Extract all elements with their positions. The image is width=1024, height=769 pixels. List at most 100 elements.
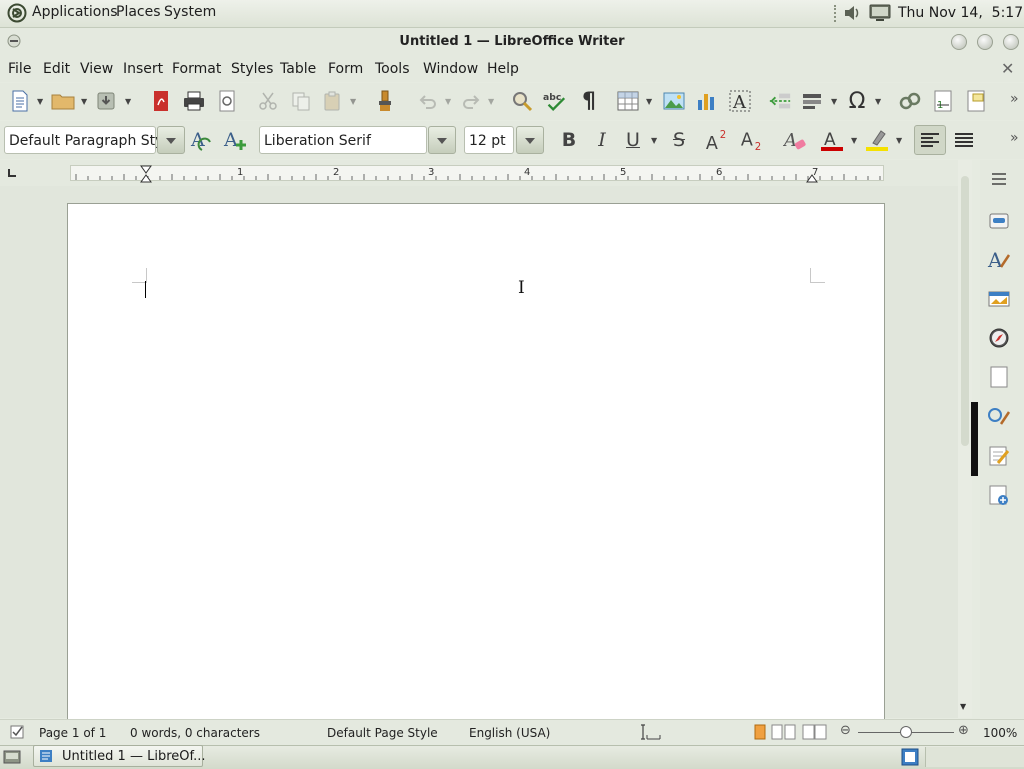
formatting-overflow-icon[interactable]: » xyxy=(1010,130,1019,146)
minimize-button[interactable] xyxy=(951,34,967,50)
taskbar-window-button[interactable]: Untitled 1 — LibreOf... xyxy=(33,745,206,767)
document-page[interactable]: I xyxy=(67,203,885,743)
align-center-button[interactable] xyxy=(952,128,976,152)
special-character-icon[interactable]: Ω xyxy=(845,89,869,114)
style-inspector-icon[interactable] xyxy=(986,404,1012,430)
menu-window[interactable]: Window xyxy=(423,61,478,77)
speaker-icon[interactable] xyxy=(842,3,862,23)
export-pdf-icon[interactable] xyxy=(149,89,173,113)
formatting-marks-icon[interactable]: ¶ xyxy=(577,89,601,114)
clone-formatting-icon[interactable] xyxy=(373,89,397,113)
save-icon[interactable] xyxy=(94,89,118,113)
open-folder-icon[interactable] xyxy=(51,89,75,113)
close-window-button[interactable] xyxy=(1003,34,1019,50)
sidebar-collapse-handle[interactable] xyxy=(971,402,978,476)
paragraph-style-dropdown[interactable] xyxy=(157,126,185,154)
paragraph-style-combo[interactable]: Default Paragraph Style xyxy=(4,126,176,154)
copy-icon[interactable] xyxy=(289,89,313,113)
document-modified-icon[interactable] xyxy=(9,724,25,740)
scrollbar-thumb[interactable] xyxy=(961,176,969,446)
italic-button[interactable]: I xyxy=(590,128,614,152)
strikethrough-button[interactable]: S xyxy=(667,128,691,152)
panel-clock[interactable]: Thu Nov 14, 5:17 AM xyxy=(898,5,1024,21)
underline-button[interactable]: U xyxy=(621,128,645,152)
new-style-icon[interactable]: A xyxy=(223,128,247,152)
redo-icon[interactable] xyxy=(459,89,483,113)
font-color-icon[interactable]: A xyxy=(820,128,844,152)
maximize-button[interactable] xyxy=(977,34,993,50)
hyperlink-icon[interactable] xyxy=(898,89,922,113)
new-document-icon[interactable] xyxy=(8,89,32,113)
multi-page-view-icon[interactable] xyxy=(771,724,797,740)
clear-formatting-icon[interactable]: A xyxy=(783,128,807,152)
font-size-dropdown[interactable] xyxy=(516,126,544,154)
horizontal-ruler[interactable]: 1 2 3 4 5 6 7 xyxy=(70,165,884,183)
insert-mode-icon[interactable] xyxy=(640,724,662,742)
font-size-combo[interactable]: 12 pt xyxy=(464,126,514,154)
places-menu[interactable]: Places xyxy=(116,4,161,20)
styles-icon[interactable]: A xyxy=(986,246,1012,272)
insert-textbox-icon[interactable]: A xyxy=(728,89,752,113)
page-icon[interactable] xyxy=(986,364,1012,390)
page-count[interactable]: Page 1 of 1 xyxy=(39,726,106,740)
print-icon[interactable] xyxy=(182,89,206,113)
menu-edit[interactable]: Edit xyxy=(43,61,70,77)
insert-field-icon[interactable] xyxy=(800,89,824,113)
applications-menu[interactable]: Applications xyxy=(32,4,118,20)
align-left-button[interactable] xyxy=(914,125,946,155)
menu-form[interactable]: Form xyxy=(328,61,363,77)
insert-chart-icon[interactable] xyxy=(695,89,719,113)
paste-icon[interactable] xyxy=(320,89,344,113)
gnome-foot-icon[interactable] xyxy=(7,3,27,23)
insert-table-icon[interactable] xyxy=(616,89,640,113)
navigator-icon[interactable] xyxy=(986,325,1012,351)
font-name-dropdown[interactable] xyxy=(428,126,456,154)
tab-stop-selector[interactable] xyxy=(8,169,16,177)
subscript-icon[interactable]: A2 xyxy=(740,128,764,152)
menu-table[interactable]: Table xyxy=(280,61,316,77)
zoom-in-icon[interactable]: ⊕ xyxy=(958,723,969,738)
cut-icon[interactable] xyxy=(256,89,280,113)
workspace-slots[interactable] xyxy=(925,747,1024,767)
system-menu[interactable]: System xyxy=(164,4,216,20)
network-icon[interactable] xyxy=(868,3,892,23)
print-preview-icon[interactable] xyxy=(215,89,239,113)
find-replace-icon[interactable] xyxy=(510,89,534,113)
scroll-down-arrow-icon[interactable]: ▼ xyxy=(960,702,966,711)
left-indent-marker[interactable] xyxy=(140,165,152,183)
workspace-switcher-icon[interactable] xyxy=(901,748,919,766)
highlight-color-icon[interactable] xyxy=(865,128,889,152)
close-document-icon[interactable]: ✕ xyxy=(1001,59,1014,78)
zoom-slider-thumb[interactable] xyxy=(900,726,912,738)
right-indent-marker[interactable] xyxy=(806,173,818,183)
superscript-icon[interactable]: A2 xyxy=(705,128,729,152)
gallery-icon[interactable] xyxy=(986,286,1012,312)
vertical-scrollbar[interactable]: ▼ xyxy=(958,160,972,718)
menu-tools[interactable]: Tools xyxy=(375,61,410,77)
sidebar-menu-icon[interactable] xyxy=(986,166,1012,192)
footnote-icon[interactable]: 1 xyxy=(931,89,955,113)
undo-icon[interactable] xyxy=(416,89,440,113)
zoom-out-icon[interactable]: ⊖ xyxy=(840,723,851,738)
language[interactable]: English (USA) xyxy=(469,726,550,740)
design-icon[interactable] xyxy=(986,482,1012,508)
manage-changes-icon[interactable] xyxy=(986,443,1012,469)
menu-file[interactable]: File xyxy=(8,61,31,77)
toolbar-overflow-icon[interactable]: » xyxy=(1010,91,1019,107)
page-style[interactable]: Default Page Style xyxy=(327,726,438,740)
insert-page-break-icon[interactable] xyxy=(768,89,792,113)
spellcheck-icon[interactable]: abc xyxy=(543,89,567,113)
menu-view[interactable]: View xyxy=(80,61,113,77)
bold-button[interactable]: B xyxy=(557,128,581,152)
font-name-combo[interactable]: Liberation Serif xyxy=(259,126,427,154)
properties-icon[interactable] xyxy=(986,208,1012,234)
show-desktop-icon[interactable] xyxy=(3,749,21,765)
zoom-level[interactable]: 100% xyxy=(983,726,1017,740)
single-page-view-icon[interactable] xyxy=(753,724,767,740)
book-view-icon[interactable] xyxy=(802,724,828,740)
update-style-icon[interactable]: A xyxy=(190,128,214,152)
menu-format[interactable]: Format xyxy=(172,61,221,77)
word-count[interactable]: 0 words, 0 characters xyxy=(130,726,260,740)
menu-help[interactable]: Help xyxy=(487,61,519,77)
comment-icon[interactable] xyxy=(964,89,988,113)
